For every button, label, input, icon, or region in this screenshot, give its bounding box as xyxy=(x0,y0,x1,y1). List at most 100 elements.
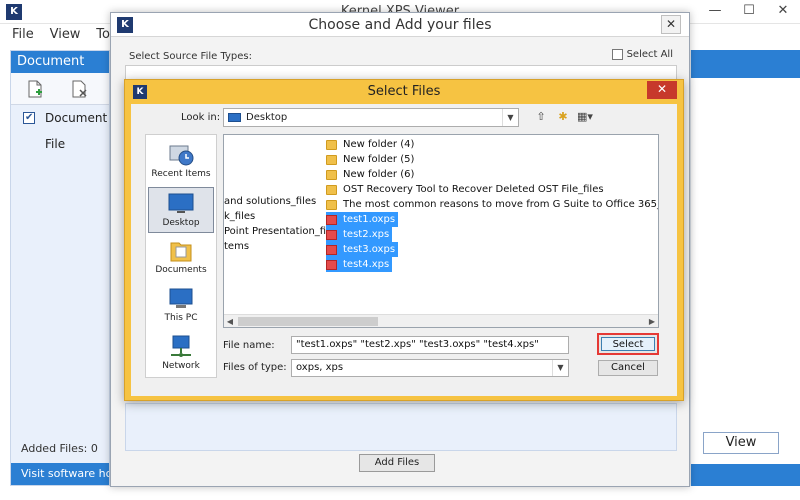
xps-file-icon xyxy=(326,244,337,255)
desktop-icon xyxy=(168,193,194,213)
select-all-label: Select All xyxy=(626,49,673,60)
file-list: and solutions_files k_files Point Presen… xyxy=(223,134,659,328)
network-icon xyxy=(171,335,191,357)
new-folder-icon[interactable]: ✱ xyxy=(555,110,571,124)
file-row-selected[interactable]: test1.oxps xyxy=(326,212,399,227)
right-panel-header xyxy=(691,50,800,78)
file-row[interactable]: New folder (4) xyxy=(326,137,414,152)
place-network[interactable]: Network xyxy=(148,331,214,377)
maximize-icon[interactable]: ☐ xyxy=(732,0,766,24)
file-row[interactable]: New folder (6) xyxy=(326,167,414,182)
folder-icon xyxy=(326,184,337,195)
xps-file-icon xyxy=(326,214,337,225)
document-file-checkbox[interactable] xyxy=(23,105,35,131)
xps-file-icon xyxy=(326,229,337,240)
source-file-types-label: Select Source File Types: xyxy=(129,51,253,62)
place-documents[interactable]: Documents xyxy=(148,235,214,281)
select-files-dialog: K Select Files ✕ Look in: Desktop ▼ ⇧ ✱ … xyxy=(124,79,684,401)
document-panel-header: Document File xyxy=(11,51,109,91)
look-in-value: Desktop xyxy=(246,112,288,123)
place-this-pc-label: This PC xyxy=(164,313,198,323)
list-item[interactable]: k_files xyxy=(224,209,255,224)
remove-file-icon[interactable] xyxy=(69,79,89,99)
chevron-down-icon[interactable]: ▼ xyxy=(502,109,518,126)
minimize-icon[interactable]: — xyxy=(698,0,732,24)
choose-dialog-titlebar: K Choose and Add your files ✕ xyxy=(111,13,689,37)
window-controls: — ☐ ✕ xyxy=(698,0,800,24)
view-menu-icon[interactable]: ▦▾ xyxy=(577,110,593,124)
select-dialog-title: Select Files xyxy=(367,84,441,99)
select-all-checkbox[interactable]: Select All xyxy=(611,49,673,60)
files-of-type-value: oxps, xps xyxy=(296,362,344,373)
scroll-right-icon[interactable]: ▶ xyxy=(646,315,658,327)
select-dialog-titlebar: K Select Files ✕ xyxy=(125,80,683,104)
place-recent-items-label: Recent Items xyxy=(151,169,211,179)
look-in-label: Look in: xyxy=(181,112,221,123)
this-pc-icon xyxy=(169,288,193,308)
up-folder-icon[interactable]: ⇧ xyxy=(533,110,549,124)
file-row-selected[interactable]: test4.xps xyxy=(326,257,393,272)
look-in-dropdown[interactable]: Desktop ▼ xyxy=(223,108,519,127)
scrollbar-thumb[interactable] xyxy=(238,317,378,326)
xps-file-icon xyxy=(326,259,337,270)
file-row[interactable]: The most common reasons to move from G S… xyxy=(326,197,659,212)
select-dialog-body: Look in: Desktop ▼ ⇧ ✱ ▦▾ Recent Items D… xyxy=(131,104,677,396)
folder-icon xyxy=(326,199,337,210)
choose-dialog-close-button[interactable]: ✕ xyxy=(661,15,681,34)
select-all-box[interactable] xyxy=(611,49,623,60)
place-desktop-label: Desktop xyxy=(162,218,200,228)
list-item[interactable]: tems xyxy=(224,239,249,254)
list-item[interactable]: and solutions_files xyxy=(224,194,316,209)
horizontal-scrollbar[interactable]: ◀ ▶ xyxy=(224,314,658,327)
add-files-button[interactable]: Add Files xyxy=(359,454,435,472)
right-panel: View xyxy=(690,50,800,486)
visit-homepage-link[interactable]: Visit software homepage xyxy=(11,463,109,485)
file-name: New folder (5) xyxy=(343,154,415,165)
document-file-label: Document File xyxy=(45,111,108,151)
chevron-down-icon[interactable]: ▼ xyxy=(552,360,568,376)
file-name: New folder (4) xyxy=(343,139,415,150)
file-row-selected[interactable]: test2.xps xyxy=(326,227,393,242)
file-row[interactable]: OST Recovery Tool to Recover Deleted OST… xyxy=(326,182,604,197)
folder-icon xyxy=(326,169,337,180)
place-this-pc[interactable]: This PC xyxy=(148,283,214,329)
files-of-type-dropdown[interactable]: oxps, xps ▼ xyxy=(291,359,569,377)
add-file-icon[interactable] xyxy=(25,79,45,99)
documents-icon xyxy=(170,242,192,262)
select-button[interactable]: Select xyxy=(597,333,659,355)
document-toolbar xyxy=(11,73,109,105)
file-name: New folder (6) xyxy=(343,169,415,180)
file-name: OST Recovery Tool to Recover Deleted OST… xyxy=(343,184,604,195)
file-name: test4.xps xyxy=(343,259,390,270)
file-dialog-toolbar: ⇧ ✱ ▦▾ xyxy=(533,110,593,124)
select-dialog-close-button[interactable]: ✕ xyxy=(647,81,677,99)
scroll-left-icon[interactable]: ◀ xyxy=(224,315,236,327)
right-panel-footer xyxy=(691,464,800,486)
place-recent-items[interactable]: Recent Items xyxy=(148,139,214,185)
file-name: test2.xps xyxy=(343,229,390,240)
menu-view[interactable]: View xyxy=(50,24,81,46)
file-name: The most common reasons to move from G S… xyxy=(343,199,659,210)
close-icon[interactable]: ✕ xyxy=(766,0,800,24)
desktop-small-icon xyxy=(228,113,241,122)
file-name-label: File name: xyxy=(223,340,275,351)
document-panel: Document File Document File Added Files:… xyxy=(10,50,110,486)
file-name: test1.oxps xyxy=(343,214,396,225)
files-of-type-label: Files of type: xyxy=(223,362,287,373)
place-desktop[interactable]: Desktop xyxy=(148,187,214,233)
file-row[interactable]: New folder (5) xyxy=(326,152,414,167)
added-files-count: Added Files: 0 xyxy=(21,442,98,455)
document-file-item[interactable]: Document File xyxy=(11,105,109,151)
file-row-selected[interactable]: test3.oxps xyxy=(326,242,399,257)
choose-dialog-title: Choose and Add your files xyxy=(308,17,492,33)
view-button[interactable]: View xyxy=(703,432,779,454)
cancel-button[interactable]: Cancel xyxy=(598,360,658,376)
place-documents-label: Documents xyxy=(155,265,207,275)
places-bar: Recent Items Desktop Documents This PC N… xyxy=(145,134,217,378)
list-item[interactable]: Point Presentation_files xyxy=(224,224,340,239)
place-network-label: Network xyxy=(162,361,200,371)
folder-icon xyxy=(326,139,337,150)
file-name-input[interactable]: "test1.oxps" "test2.xps" "test3.oxps" "t… xyxy=(291,336,569,354)
file-name: test3.oxps xyxy=(343,244,396,255)
menu-file[interactable]: File xyxy=(12,24,34,46)
